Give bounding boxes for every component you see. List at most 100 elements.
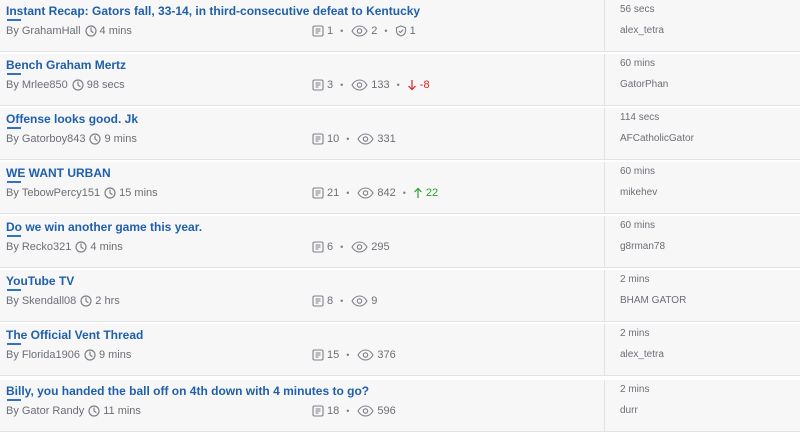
clock-icon (72, 79, 84, 91)
title-accent (7, 127, 21, 129)
last-reply-user[interactable]: durr (620, 405, 638, 416)
separator-dot: • (396, 80, 400, 90)
thread-author[interactable]: Gatorboy843 (22, 133, 86, 145)
replies-icon (312, 187, 324, 199)
last-reply-user[interactable]: alex_tetra (620, 349, 664, 360)
thread-stats: 6 • 295 (312, 241, 390, 253)
reply-count: 1 (327, 25, 334, 37)
thread-title-link[interactable]: Do we win another game this year. (6, 220, 202, 234)
thread-row: The Official Vent Thread By Florida1906 … (0, 324, 800, 376)
thread-row: Instant Recap: Gators fall, 33-14, in th… (0, 0, 800, 52)
arrow-down-icon (407, 80, 416, 91)
thread-age: 9 mins (104, 133, 137, 145)
thread-author[interactable]: Florida1906 (22, 349, 80, 361)
views-icon (357, 133, 375, 145)
thread-author[interactable]: GrahamHall (22, 25, 81, 37)
last-reply-user[interactable]: mikehev (620, 187, 657, 198)
thread-title-link[interactable]: Instant Recap: Gators fall, 33-14, in th… (6, 4, 420, 18)
thread-row: Billy, you handed the ball off on 4th do… (0, 380, 800, 432)
thread-age: 4 mins (99, 25, 132, 37)
thread-age: 11 mins (103, 405, 141, 417)
vote-score: -8 (419, 79, 430, 91)
by-label: By (6, 241, 19, 253)
thread-main: Instant Recap: Gators fall, 33-14, in th… (0, 0, 604, 51)
thread-age: 15 mins (119, 187, 158, 199)
last-reply: 60 mins GatorPhan (604, 54, 800, 105)
thread-stats: 8 • 9 (312, 295, 377, 307)
views-icon (357, 349, 375, 361)
clock-icon (75, 241, 87, 253)
separator-dot: • (340, 26, 344, 36)
thread-author[interactable]: Gator Randy (22, 405, 84, 417)
last-reply-time: 2 mins (620, 328, 650, 339)
last-reply: 60 mins mikehev (604, 162, 800, 213)
thread-list: Instant Recap: Gators fall, 33-14, in th… (0, 0, 800, 434)
last-reply-user[interactable]: g8rman78 (620, 241, 665, 252)
thread-meta: By Florida1906 9 mins (6, 349, 131, 361)
views-icon (351, 25, 368, 37)
thread-age: 2 hrs (95, 295, 120, 307)
thread-stats: 15 • 376 (312, 349, 396, 361)
last-reply-time: 60 mins (620, 220, 656, 231)
thread-title-link[interactable]: Bench Graham Mertz (6, 58, 126, 72)
arrow-up-icon (413, 187, 422, 198)
separator-dot: • (340, 242, 344, 252)
reply-count: 15 (327, 349, 340, 361)
replies-icon (312, 25, 324, 37)
thread-meta: By Gator Randy 11 mins (6, 405, 141, 417)
last-reply-user[interactable]: AFCatholicGator (620, 133, 694, 144)
title-accent (7, 343, 21, 345)
last-reply: 2 mins durr (604, 380, 800, 431)
views-icon (351, 79, 368, 91)
by-label: By (6, 295, 19, 307)
by-label: By (6, 133, 19, 145)
reply-count: 18 (327, 405, 340, 417)
replies-icon (312, 405, 324, 417)
thread-main: Bench Graham Mertz By Mrlee850 98 secs 3… (0, 54, 604, 105)
vote-score: 22 (425, 187, 439, 199)
shield-count: 1 (409, 25, 416, 37)
separator-dot: • (384, 26, 388, 36)
title-accent (7, 19, 21, 21)
last-reply-time: 114 secs (620, 112, 660, 123)
clock-icon (80, 295, 92, 307)
thread-main: Offense looks good. Jk By Gatorboy843 9 … (0, 108, 604, 159)
separator-dot: • (346, 188, 350, 198)
reply-count: 3 (327, 79, 334, 91)
by-label: By (6, 349, 19, 361)
thread-row: YouTube TV By Skendall08 2 hrs 8 • 9 2 m… (0, 270, 800, 322)
thread-main: WE WANT URBAN By TebowPercy151 15 mins 2… (0, 162, 604, 213)
thread-meta: By Gatorboy843 9 mins (6, 133, 137, 145)
thread-title-link[interactable]: Billy, you handed the ball off on 4th do… (6, 384, 369, 398)
thread-age: 9 mins (98, 349, 132, 361)
thread-author[interactable]: TebowPercy151 (22, 187, 100, 199)
thread-title-link[interactable]: YouTube TV (6, 274, 74, 288)
thread-row: Offense looks good. Jk By Gatorboy843 9 … (0, 108, 800, 160)
thread-title-link[interactable]: The Official Vent Thread (6, 328, 143, 342)
last-reply-user[interactable]: GatorPhan (620, 79, 668, 90)
thread-row: WE WANT URBAN By TebowPercy151 15 mins 2… (0, 162, 800, 214)
thread-author[interactable]: Skendall08 (22, 295, 76, 307)
thread-author[interactable]: Recko321 (22, 241, 72, 253)
thread-author[interactable]: Mrlee850 (22, 79, 68, 91)
last-reply-user[interactable]: alex_tetra (620, 25, 664, 36)
reply-count: 8 (327, 295, 334, 307)
thread-main: Do we win another game this year. By Rec… (0, 216, 604, 267)
views-icon (357, 187, 375, 199)
thread-stats: 10 • 331 (312, 133, 396, 145)
thread-row: Bench Graham Mertz By Mrlee850 98 secs 3… (0, 54, 800, 106)
title-accent (7, 235, 21, 237)
by-label: By (6, 79, 19, 91)
view-count: 2 (371, 25, 378, 37)
last-reply: 56 secs alex_tetra (604, 0, 800, 51)
last-reply: 114 secs AFCatholicGator (604, 108, 800, 159)
thread-meta: By Mrlee850 98 secs (6, 79, 125, 91)
views-icon (351, 295, 368, 307)
last-reply-user[interactable]: BHAM GATOR (620, 295, 686, 306)
reply-count: 6 (327, 241, 334, 253)
replies-icon (312, 295, 324, 307)
view-count: 133 (371, 79, 390, 91)
thread-title-link[interactable]: WE WANT URBAN (6, 166, 111, 180)
last-reply-time: 2 mins (620, 274, 650, 285)
thread-title-link[interactable]: Offense looks good. Jk (6, 112, 138, 126)
